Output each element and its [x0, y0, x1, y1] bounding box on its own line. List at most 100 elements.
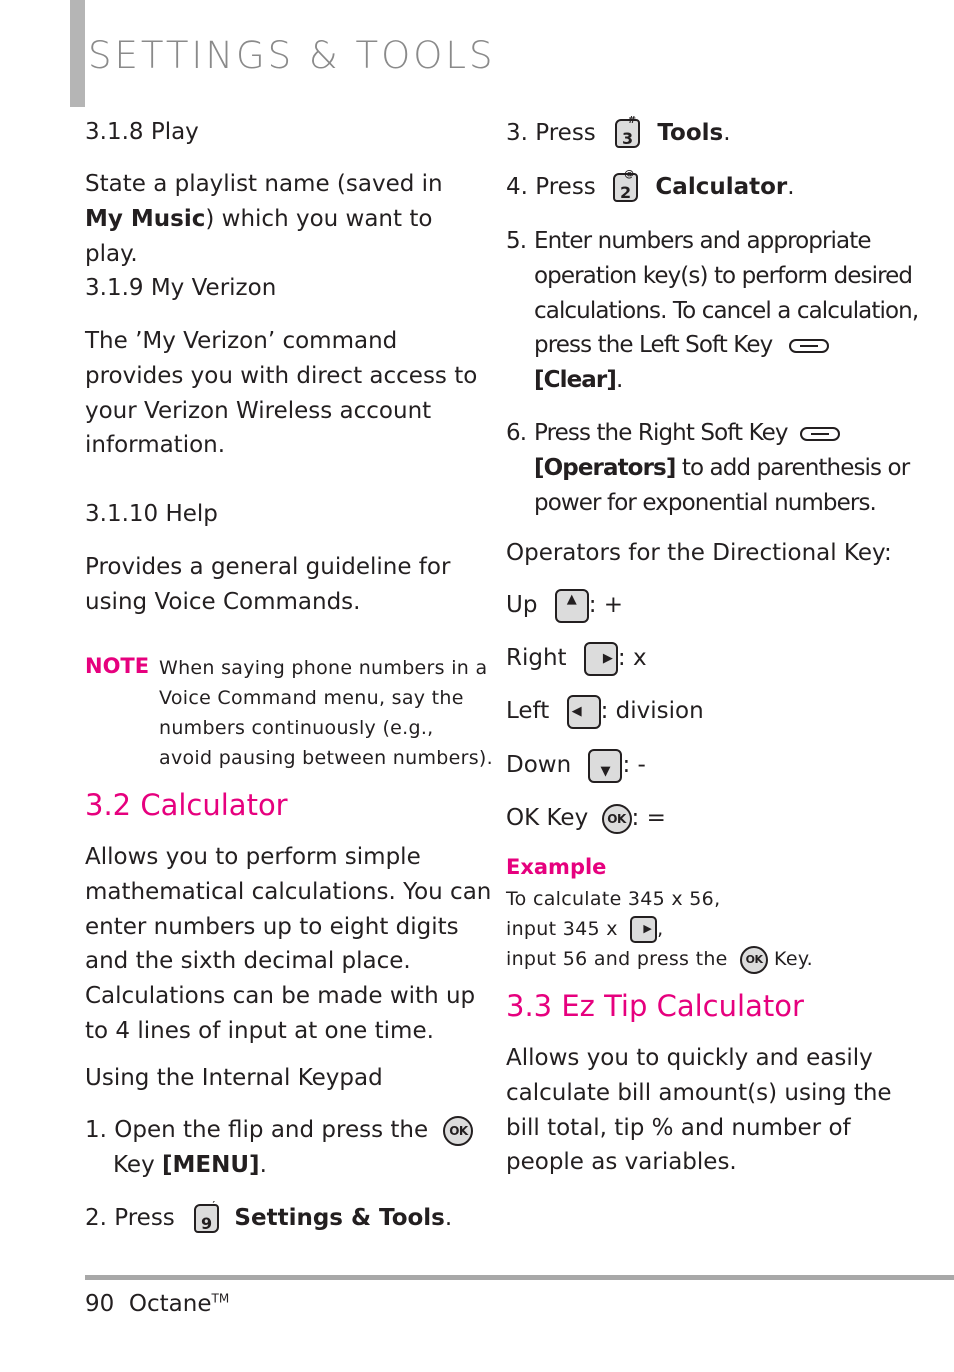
- text-line: people as variables.: [506, 1149, 737, 1176]
- text-line: ,: [657, 918, 664, 940]
- note-label: NOTE: [85, 654, 150, 678]
- operator-up: Up ▲: +: [506, 588, 623, 623]
- tools-label: Tools: [657, 120, 724, 146]
- step-text: 1. Open the flip and press the: [85, 1117, 429, 1143]
- ez-tip-heading: 3.3 Ez Tip Calculator: [506, 989, 804, 1023]
- step-4: 4. Press 2 @ Calculator.: [506, 169, 795, 205]
- menu-label: [MENU]: [162, 1151, 260, 1178]
- key-symbol: ′: [212, 1200, 216, 1211]
- key-symbol: #: [627, 115, 637, 126]
- step-number: 6.: [506, 420, 527, 446]
- right-soft-key-icon: [800, 426, 840, 441]
- operator-left: Left ◀: division: [506, 694, 704, 729]
- text-line: numbers continuously (e.g.,: [159, 717, 434, 739]
- operators-intro: Operators for the Directional Key:: [506, 540, 892, 566]
- product-name: Octane: [128, 1291, 212, 1317]
- step-text: Key: [113, 1151, 163, 1178]
- text-line: to add parenthesis or: [675, 454, 910, 481]
- calculator-heading: 3.2 Calculator: [85, 788, 288, 822]
- settings-tools-label: Settings & Tools: [234, 1205, 445, 1231]
- right-key-icon: ▶: [583, 641, 618, 676]
- step-text: 2. Press: [85, 1205, 175, 1231]
- step-text: .: [259, 1151, 267, 1178]
- help-description: Provides a general guideline for using V…: [85, 550, 450, 620]
- internal-keypad-subheading: Using the Internal Keypad: [85, 1065, 383, 1091]
- key-2-icon: 2 @: [613, 169, 639, 202]
- text-line: Provides a general guideline for: [85, 554, 451, 580]
- my-music-label: My Music: [85, 205, 206, 232]
- section-heading-my-verizon: 3.1.9 My Verizon: [85, 275, 277, 301]
- step-5: 5. Enter numbers and appropriate operati…: [506, 224, 919, 398]
- operator-value: : -: [622, 752, 646, 778]
- text-line: operation key(s) to perform desired: [534, 262, 913, 289]
- text-line: press the Left Soft Key: [534, 332, 773, 359]
- key-9-icon: 9 ′: [194, 1200, 220, 1233]
- text-line: your Verizon Wireless account: [85, 397, 432, 424]
- text-line: Voice Command menu, say the: [159, 687, 464, 709]
- text-line: When saying phone numbers in a: [159, 657, 488, 679]
- trademark: TM: [211, 1291, 230, 1306]
- direction-label: Left: [506, 698, 550, 724]
- page-footer: 90 OctaneTM: [85, 1291, 229, 1317]
- down-key-icon: ▼: [588, 748, 623, 783]
- text-line: using Voice Commands.: [85, 588, 361, 615]
- play-text: State a playlist name (saved in: [85, 171, 443, 197]
- step-3: 3. Press 3 # Tools.: [506, 115, 731, 151]
- my-verizon-description: The ’My Verizon’ command provides you wi…: [85, 324, 477, 463]
- text-line: Calculations can be made with up: [85, 983, 476, 1010]
- direction-label: Right: [506, 645, 567, 671]
- operator-value: : =: [631, 805, 666, 831]
- operator-right: Right ▶: x: [506, 641, 647, 676]
- step-number: 5.: [506, 228, 527, 254]
- operator-value: : division: [600, 698, 704, 724]
- key-3-icon: 3 #: [615, 115, 641, 148]
- step-text: 3. Press: [506, 120, 596, 146]
- play-description: State a playlist name (saved in My Music…: [85, 167, 455, 271]
- ok-key-icon: OK: [740, 945, 769, 974]
- step-6: 6. Press the Right Soft Key [Operators] …: [506, 416, 910, 520]
- text-line: provides you with direct access to: [85, 362, 478, 389]
- calculator-label: Calculator: [655, 174, 788, 200]
- right-key-icon: ▶: [630, 916, 658, 943]
- clear-label: [Clear]: [534, 367, 617, 394]
- example-text: To calculate 345 x 56, input 345 x ▶, in…: [506, 884, 813, 974]
- text-line: information.: [85, 432, 226, 459]
- ez-tip-description: Allows you to quickly and easily calcula…: [506, 1041, 892, 1180]
- text-line: To calculate 345 x 56,: [506, 888, 721, 910]
- section-heading-help: 3.1.10 Help: [85, 501, 218, 527]
- direction-label: Down: [506, 752, 572, 778]
- direction-label: Up: [506, 592, 538, 618]
- text-line: Key.: [774, 948, 814, 970]
- text-line: mathematical calculations. You can: [85, 878, 492, 905]
- header-accent-bar: [70, 0, 85, 107]
- key-digit: 9: [201, 1214, 213, 1233]
- step-text: .: [444, 1205, 453, 1231]
- operator-value: : x: [617, 645, 647, 671]
- text-line: enter numbers up to eight digits: [85, 913, 459, 940]
- footer-divider: [85, 1275, 954, 1280]
- section-heading-play: 3.1.8 Play: [85, 119, 199, 145]
- text-line: Allows you to perform simple: [85, 844, 421, 870]
- up-key-icon: ▲: [554, 588, 589, 623]
- note-text: When saying phone numbers in a Voice Com…: [159, 653, 493, 773]
- page-number: 90: [85, 1291, 115, 1317]
- step-1: 1. Open the flip and press the OK Key [M…: [85, 1113, 474, 1183]
- direction-label: OK Key: [506, 805, 589, 831]
- text-line: calculate bill amount(s) using the: [506, 1079, 892, 1106]
- step-text: .: [723, 120, 731, 146]
- calculator-description: Allows you to perform simple mathematica…: [85, 840, 491, 1049]
- text-line: input 56 and press the: [506, 948, 728, 970]
- step-text: .: [787, 174, 795, 200]
- operators-label: [Operators]: [534, 454, 676, 481]
- text-line: power for exponential numbers.: [534, 489, 877, 516]
- text-line: bill total, tip % and number of: [506, 1114, 851, 1141]
- page-title: SETTINGS & TOOLS: [88, 34, 496, 77]
- operator-ok: OK Key OK: =: [506, 801, 666, 836]
- key-digit: 2: [620, 183, 632, 202]
- step-2: 2. Press 9 ′ Settings & Tools.: [85, 1200, 453, 1236]
- left-key-icon: ◀: [566, 694, 601, 729]
- text-line: Press the Right Soft Key: [534, 420, 788, 446]
- operator-value: : +: [588, 592, 624, 618]
- example-label: Example: [506, 855, 607, 879]
- left-soft-key-icon: [788, 338, 829, 353]
